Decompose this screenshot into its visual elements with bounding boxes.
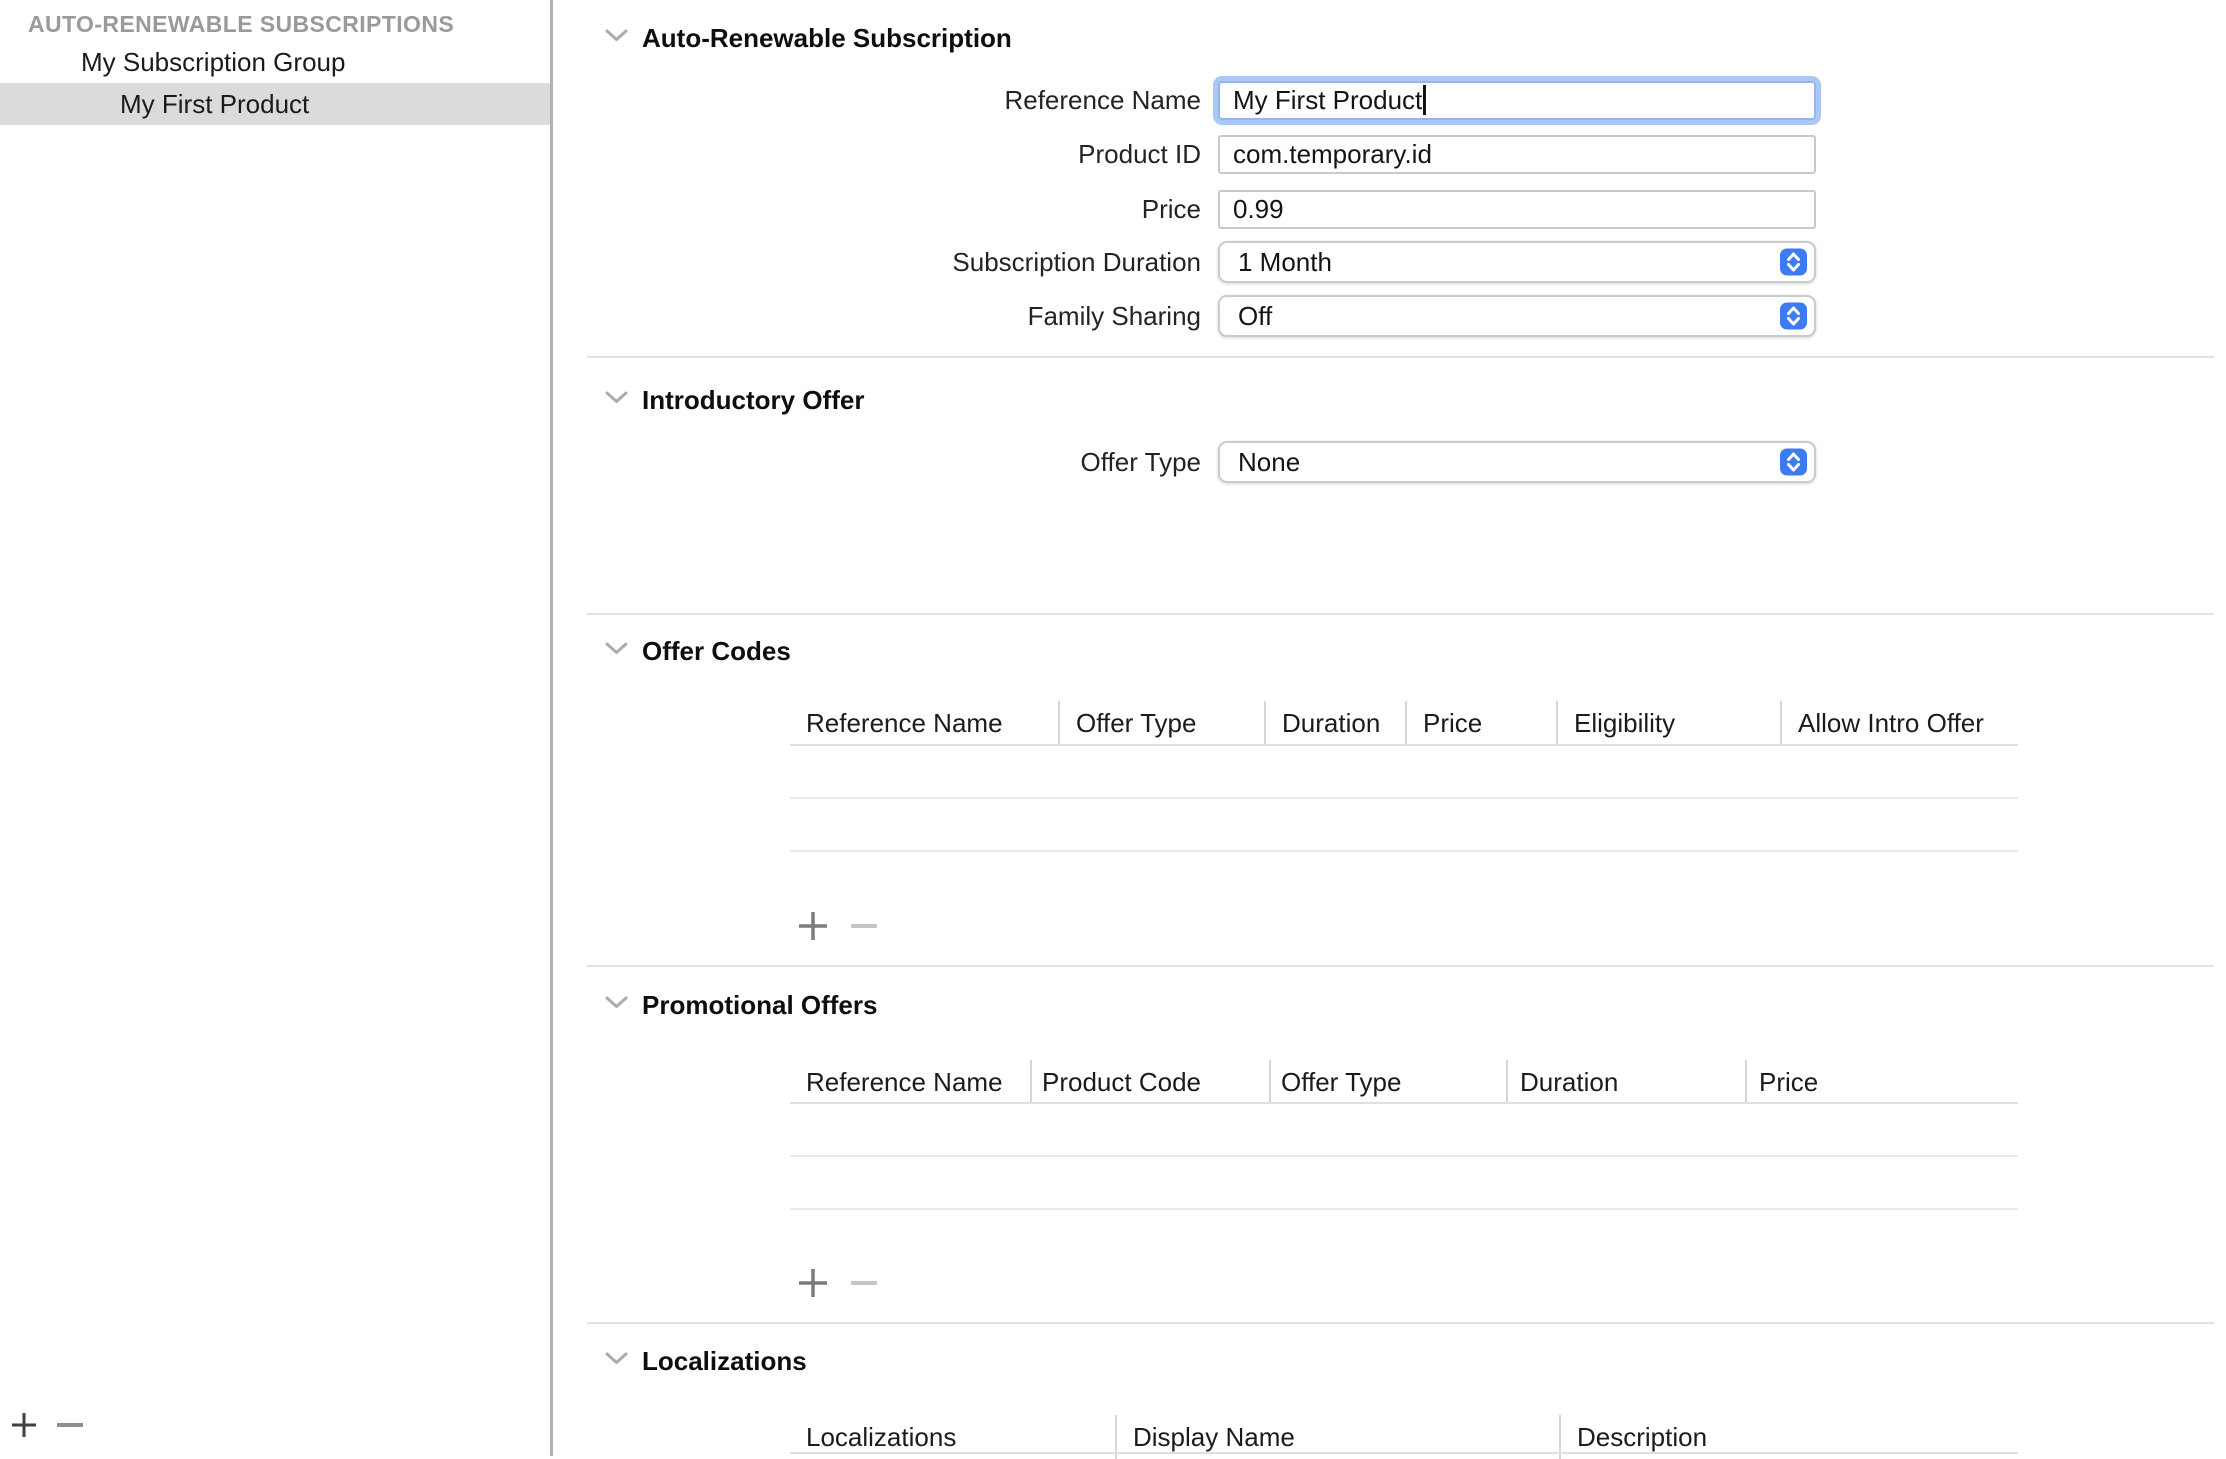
add-offer-code-button[interactable] [797,910,829,947]
form-row-subscription-duration: Subscription Duration 1 Month [818,241,1834,283]
section-divider [587,1322,2214,1324]
add-promotional-offer-button[interactable] [797,1267,829,1304]
column-header: Reference Name [790,1060,1030,1104]
section-title: Auto-Renewable Subscription [642,23,1012,54]
popup-stepper-icon [1780,449,1807,476]
table-header-underline [790,744,2018,746]
column-header: Eligibility [1556,701,1780,745]
reference-name-input[interactable]: My First Product [1218,81,1816,120]
offer-type-label: Offer Type [818,447,1218,478]
column-header: Reference Name [790,701,1058,745]
chevron-down-icon [605,28,628,48]
price-value: 0.99 [1233,194,1284,225]
plus-icon [797,910,829,947]
column-header: Duration [1264,701,1405,745]
offer-type-popup[interactable]: None [1218,441,1816,483]
minus-icon [848,1267,880,1304]
form-row-family-sharing: Family Sharing Off [818,295,1834,337]
column-header: Offer Type [1269,1060,1506,1104]
column-header: Offer Type [1058,701,1264,745]
form-row-reference-name: Reference Name My First Product [818,79,1834,121]
table-header-underline [790,1452,2018,1454]
promotional-offers-actions [790,1263,1090,1303]
subscription-duration-value: 1 Month [1238,247,1332,278]
plus-icon [9,1410,39,1440]
form-row-offer-type: Offer Type None [818,441,1834,483]
section-promotional-offers: Promotional Offers [605,989,877,1021]
sidebar-item-label: My Subscription Group [81,47,345,78]
section-localizations: Localizations [605,1345,807,1377]
section-auto-renewable-subscription: Auto-Renewable Subscription [605,22,1012,54]
remove-promotional-offer-button[interactable] [848,1267,880,1304]
remove-offer-code-button[interactable] [848,910,880,947]
minus-icon [54,1410,84,1440]
family-sharing-value: Off [1238,301,1272,332]
storekit-configuration-editor: AUTO-RENEWABLE SUBSCRIPTIONS My Subscrip… [0,0,2226,1456]
product-id-value: com.temporary.id [1233,139,1432,170]
add-product-button[interactable] [9,1410,39,1440]
minus-icon [848,910,880,947]
section-title: Introductory Offer [642,385,864,416]
popup-stepper-icon [1780,249,1807,276]
chevron-down-icon [605,995,628,1015]
form-row-price: Price 0.99 [818,188,1834,230]
table-row-line [790,1155,2018,1157]
text-caret [1423,85,1426,115]
table-row-line [790,797,2018,799]
family-sharing-popup[interactable]: Off [1218,295,1816,337]
offer-type-value: None [1238,447,1300,478]
table-row-line [790,1208,2018,1210]
form-row-product-id: Product ID com.temporary.id [818,133,1834,175]
sidebar-item-first-product[interactable]: My First Product [0,83,550,125]
reference-name-label: Reference Name [818,85,1218,116]
offer-codes-table-header: Reference Name Offer Type Duration Price… [790,701,2022,745]
column-header: Allow Intro Offer [1780,701,2022,745]
section-title: Offer Codes [642,636,791,667]
table-row-line [790,850,2018,852]
plus-icon [797,1267,829,1304]
section-divider [587,613,2214,615]
column-header: Price [1745,1060,2022,1104]
column-header: Product Code [1030,1060,1269,1104]
family-sharing-label: Family Sharing [818,301,1218,332]
section-divider [587,965,2214,967]
promotional-offers-table-header: Reference Name Product Code Offer Type D… [790,1060,2022,1104]
offer-codes-actions [790,906,1090,946]
disclosure-button[interactable] [605,641,628,661]
subscription-duration-popup[interactable]: 1 Month [1218,241,1816,283]
table-header-underline [790,1102,2018,1104]
subscription-duration-label: Subscription Duration [818,247,1218,278]
price-input[interactable]: 0.99 [1218,190,1816,229]
disclosure-button[interactable] [605,390,628,410]
section-title: Promotional Offers [642,990,877,1021]
popup-stepper-icon [1780,303,1807,330]
disclosure-button[interactable] [605,28,628,48]
section-divider [587,356,2214,358]
price-label: Price [818,194,1218,225]
chevron-down-icon [605,1351,628,1371]
reference-name-value: My First Product [1233,85,1422,116]
sidebar-actions [0,1404,550,1452]
disclosure-button[interactable] [605,995,628,1015]
chevron-down-icon [605,390,628,410]
sidebar: AUTO-RENEWABLE SUBSCRIPTIONS My Subscrip… [0,0,553,1456]
section-title: Localizations [642,1346,807,1377]
product-id-input[interactable]: com.temporary.id [1218,135,1816,174]
section-introductory-offer: Introductory Offer [605,384,864,416]
sidebar-item-subscription-group[interactable]: My Subscription Group [0,41,550,83]
column-header: Price [1405,701,1556,745]
remove-product-button[interactable] [54,1410,84,1440]
column-header: Duration [1506,1060,1745,1104]
section-offer-codes: Offer Codes [605,635,791,667]
product-id-label: Product ID [818,139,1218,170]
disclosure-button[interactable] [605,1351,628,1371]
sidebar-group-header: AUTO-RENEWABLE SUBSCRIPTIONS [28,11,454,38]
sidebar-item-label: My First Product [120,89,309,120]
chevron-down-icon [605,641,628,661]
